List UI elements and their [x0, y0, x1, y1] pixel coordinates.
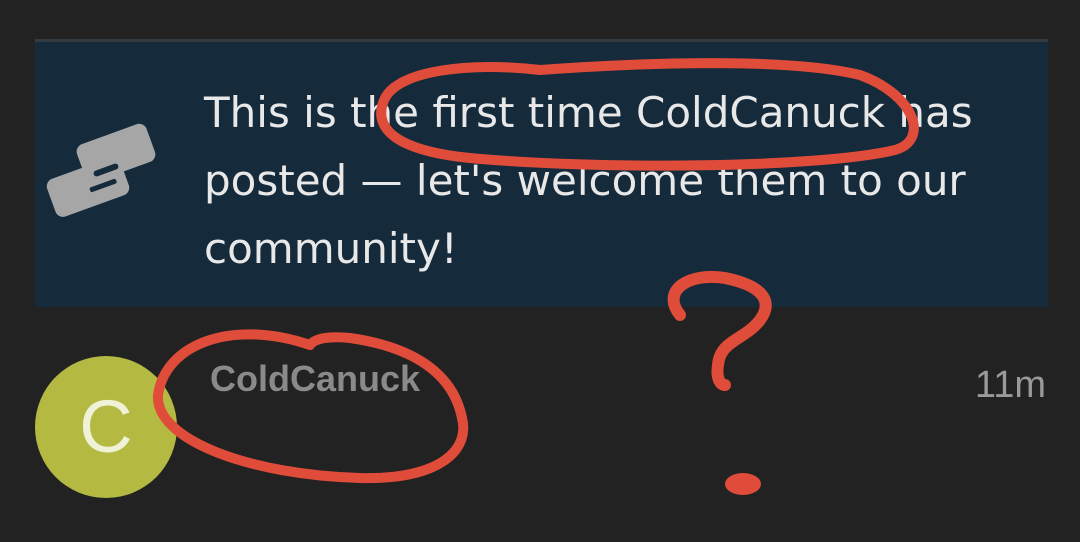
username-link[interactable]: ColdCanuck	[210, 356, 420, 402]
notice-message: This is the first time ColdCanuck has po…	[204, 88, 973, 273]
handshake-icon	[46, 123, 156, 217]
screenshot: This is the first time ColdCanuck has po…	[0, 0, 1080, 542]
annotation-question-dot	[725, 473, 761, 495]
avatar[interactable]: C	[35, 356, 177, 498]
notice-divider	[35, 39, 1048, 42]
post-timestamp[interactable]: 11m	[975, 362, 1046, 408]
first-post-notice: This is the first time ColdCanuck has po…	[35, 39, 1048, 307]
